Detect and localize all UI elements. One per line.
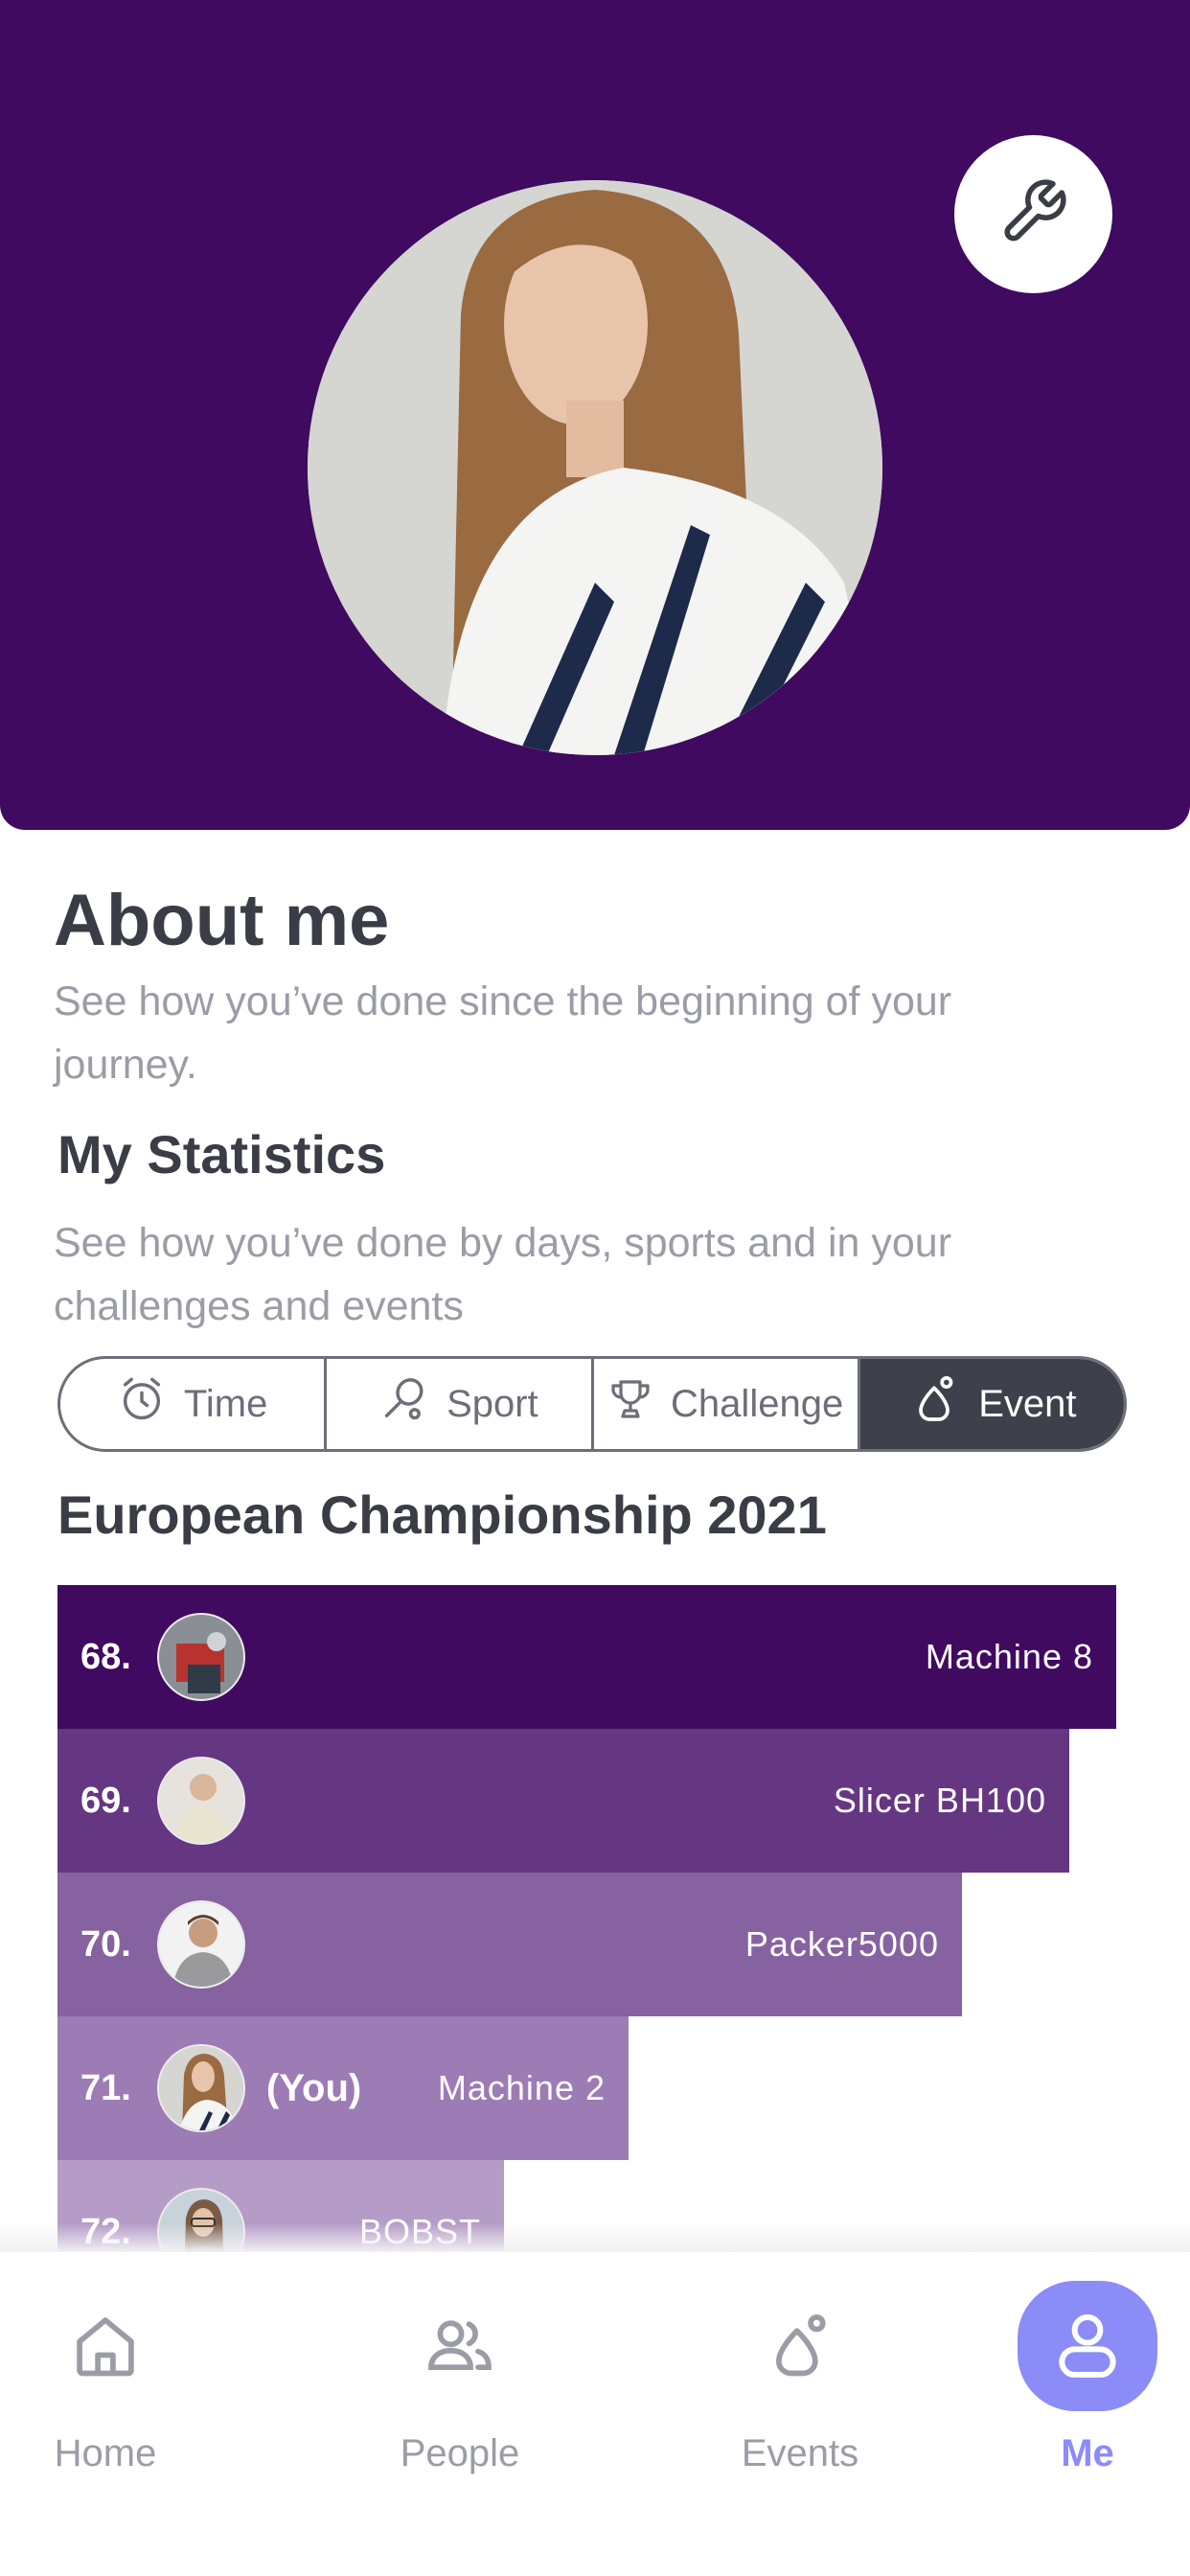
leaderboard-rank: 70. bbox=[80, 1923, 131, 1965]
page-title: About me bbox=[54, 880, 390, 961]
tab-sport-label: Sport bbox=[446, 1382, 538, 1425]
events-icon bbox=[730, 2281, 870, 2411]
user-icon bbox=[1018, 2281, 1157, 2411]
wrench-icon bbox=[998, 176, 1069, 252]
tab-event-label: Event bbox=[978, 1382, 1077, 1425]
tab-sport[interactable]: Sport bbox=[327, 1359, 594, 1449]
tab-challenge[interactable]: Challenge bbox=[594, 1359, 860, 1449]
nav-events-label: Events bbox=[741, 2432, 859, 2474]
tabbar-shadow bbox=[0, 2223, 1190, 2252]
you-label: (You) bbox=[266, 2066, 362, 2109]
people-icon bbox=[390, 2281, 530, 2411]
statistics-title: My Statistics bbox=[57, 1124, 386, 1184]
event-title: European Championship 2021 bbox=[57, 1484, 827, 1545]
home-icon bbox=[35, 2281, 175, 2411]
leaderboard-rank: 71. bbox=[80, 2067, 131, 2108]
trophy-icon bbox=[607, 1376, 653, 1432]
nav-people-label: People bbox=[400, 2432, 520, 2474]
nav-me[interactable]: Me bbox=[1018, 2252, 1157, 2475]
nav-me-label: Me bbox=[1061, 2432, 1114, 2474]
machine-name: Slicer BH100 bbox=[833, 1781, 1046, 1820]
avatar bbox=[157, 2044, 245, 2132]
leaderboard-rank: 69. bbox=[80, 1780, 131, 1821]
bottom-navigation: Home People Events Me bbox=[0, 2252, 1190, 2576]
profile-header bbox=[0, 0, 1190, 830]
tab-time-label: Time bbox=[183, 1382, 268, 1425]
event-drop-icon bbox=[907, 1372, 961, 1436]
profile-avatar[interactable] bbox=[308, 180, 882, 755]
leaderboard-row[interactable]: 70. Packer5000 bbox=[57, 1873, 962, 2016]
leaderboard-rank: 68. bbox=[80, 1636, 131, 1677]
leaderboard-row[interactable]: 69. Slicer BH100 bbox=[57, 1729, 1069, 1873]
statistics-segmented-control: Time Sport Challenge Event bbox=[57, 1356, 1127, 1452]
tab-event[interactable]: Event bbox=[859, 1359, 1124, 1449]
nav-home-label: Home bbox=[54, 2432, 157, 2474]
machine-name: Machine 8 bbox=[925, 1637, 1093, 1676]
avatar bbox=[157, 1613, 245, 1701]
leaderboard-row[interactable]: 71. (You) Machine 2 bbox=[57, 2016, 629, 2160]
statistics-subtitle: See how you’ve done by days, sports and … bbox=[54, 1220, 952, 1329]
nav-events[interactable]: Events bbox=[730, 2252, 870, 2475]
leaderboard-row[interactable]: 68. Machine 8 bbox=[57, 1585, 1116, 1729]
nav-people[interactable]: People bbox=[390, 2252, 530, 2475]
machine-name: Packer5000 bbox=[744, 1924, 939, 1964]
about-subtitle: See how you’ve done since the beginning … bbox=[54, 978, 952, 1088]
machine-name: Machine 2 bbox=[437, 2068, 606, 2107]
avatar bbox=[157, 1900, 245, 1989]
leaderboard: 68. Machine 8 69. Slicer BH100 70. Packe… bbox=[0, 1585, 1190, 2252]
alarm-clock-icon bbox=[117, 1374, 167, 1434]
settings-button[interactable] bbox=[954, 135, 1112, 293]
racket-icon bbox=[379, 1374, 429, 1434]
nav-home[interactable]: Home bbox=[35, 2252, 175, 2475]
tab-time[interactable]: Time bbox=[60, 1359, 328, 1449]
tab-challenge-label: Challenge bbox=[671, 1382, 844, 1425]
avatar bbox=[157, 1757, 245, 1845]
